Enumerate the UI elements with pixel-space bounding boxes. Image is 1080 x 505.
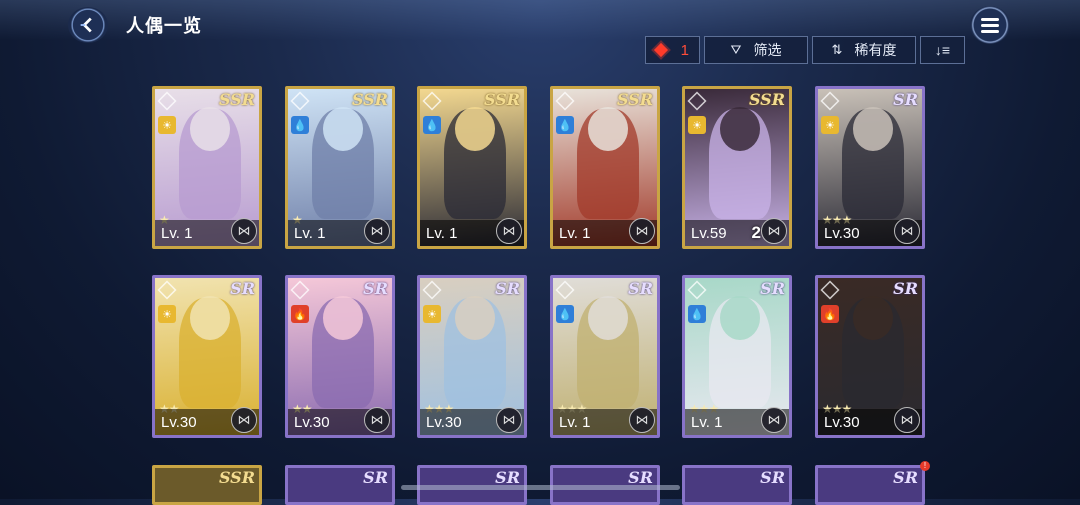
notification-dot: !	[920, 461, 930, 471]
rarity-badge: SR	[760, 279, 785, 298]
rarity-badge: SSR	[748, 90, 785, 109]
sun-icon: ☀	[688, 116, 706, 134]
level-label: Lv.30	[294, 414, 330, 431]
character-head	[190, 107, 230, 151]
rarity-badge: SR	[893, 468, 918, 487]
level-label: Lv.30	[161, 414, 197, 431]
level-label: Lv. 1	[691, 414, 723, 431]
diamond-icon	[653, 42, 669, 58]
filter-icon: ⛛	[730, 42, 742, 57]
level-label: Lv. 1	[559, 225, 591, 242]
rarity-badge: SR	[893, 90, 918, 109]
back-button[interactable]	[68, 7, 108, 43]
doll-card-partial[interactable]: SR	[682, 465, 792, 505]
water-drop-icon: 💧	[423, 116, 441, 134]
water-drop-icon: 💧	[688, 305, 706, 323]
character-head	[455, 107, 495, 151]
rarity-badge: SR	[760, 468, 785, 487]
rarity-badge: SR	[363, 279, 388, 298]
rarity-badge: SSR	[218, 90, 255, 109]
doll-card-partial[interactable]: SR	[815, 465, 925, 505]
doll-card[interactable]: ☀SR★★Lv.30⋈	[152, 275, 262, 438]
water-drop-icon: 💧	[556, 305, 574, 323]
rarity-badge: SR	[893, 279, 918, 298]
doll-card[interactable]: 🔥SR★★Lv.30⋈	[285, 275, 395, 438]
rarity-badge: SR	[363, 468, 388, 487]
character-head	[323, 107, 363, 151]
character-head	[720, 107, 760, 151]
doll-card[interactable]: 💧 SSR Lv. 1 ⋈	[417, 86, 527, 249]
duplicate-count: 2	[751, 223, 761, 242]
sun-icon: ☀	[821, 116, 839, 134]
rarity-sort-button[interactable]: ⇅ 稀有度	[812, 36, 916, 64]
butterfly-icon: ⋈	[629, 407, 655, 433]
back-arrow-icon	[80, 17, 92, 33]
doll-card[interactable]: 💧SR★★★Lv. 1⋈	[550, 275, 660, 438]
rarity-badge: SSR	[218, 468, 255, 487]
butterfly-icon: ⋈	[231, 218, 257, 244]
doll-card-partial[interactable]: SR	[285, 465, 395, 505]
sun-icon: ☀	[158, 116, 176, 134]
rarity-badge: SSR	[616, 90, 653, 109]
doll-card[interactable]: ☀SSR★Lv. 1⋈	[152, 86, 262, 249]
character-head	[853, 107, 893, 151]
butterfly-icon: ⋈	[761, 407, 787, 433]
butterfly-icon: ⋈	[364, 407, 390, 433]
level-label: Lv.30	[426, 414, 462, 431]
character-head	[588, 296, 628, 340]
sort-descending-icon: ↓≡	[934, 42, 951, 58]
sun-icon: ☀	[158, 305, 176, 323]
rarity-label: 稀有度	[854, 42, 897, 58]
character-head	[588, 107, 628, 151]
level-label: Lv. 1	[559, 414, 591, 431]
doll-card[interactable]: ☀SR★★★Lv.30⋈	[417, 275, 527, 438]
rarity-badge: SR	[495, 279, 520, 298]
water-drop-icon: 💧	[556, 116, 574, 134]
doll-card[interactable]: 💧 SSR Lv. 1 ⋈	[550, 86, 660, 249]
butterfly-icon: ⋈	[364, 218, 390, 244]
level-label: Lv.30	[824, 414, 860, 431]
level-label: Lv.30	[824, 225, 860, 242]
level-label: Lv. 1	[426, 225, 458, 242]
sun-icon: ☀	[423, 305, 441, 323]
menu-button[interactable]	[970, 6, 1010, 44]
character-head	[720, 296, 760, 340]
butterfly-icon: ⋈	[629, 218, 655, 244]
selected-count: 1	[680, 41, 689, 59]
butterfly-icon: ⋈	[496, 407, 522, 433]
butterfly-icon: ⋈	[496, 218, 522, 244]
water-drop-icon: 💧	[291, 116, 309, 134]
level-label: Lv. 1	[161, 225, 193, 242]
character-head	[190, 296, 230, 340]
sort-arrows-icon: ⇅	[831, 42, 843, 57]
doll-card[interactable]: ☀SR★★★Lv.30⋈	[815, 86, 925, 249]
rarity-badge: SR	[230, 279, 255, 298]
doll-card[interactable]: 💧SR★★★Lv. 1⋈	[682, 275, 792, 438]
butterfly-icon: ⋈	[894, 218, 920, 244]
flame-icon: 🔥	[291, 305, 309, 323]
doll-card[interactable]: 💧SSR★Lv. 1⋈	[285, 86, 395, 249]
doll-card[interactable]: 🔥SR★★★Lv.30⋈	[815, 275, 925, 438]
filter-label: 筛选	[753, 42, 782, 58]
filter-button[interactable]: ⛛ 筛选	[704, 36, 808, 64]
page-title: 人偶一览	[126, 16, 202, 36]
butterfly-icon: ⋈	[894, 407, 920, 433]
selected-count-box: 1	[645, 36, 700, 64]
butterfly-icon: ⋈	[231, 407, 257, 433]
rarity-badge: SR	[628, 279, 653, 298]
butterfly-icon: ⋈	[761, 218, 787, 244]
doll-card-partial[interactable]: SSR	[152, 465, 262, 505]
character-head	[323, 296, 363, 340]
flame-icon: 🔥	[821, 305, 839, 323]
rarity-badge: SSR	[483, 90, 520, 109]
doll-card[interactable]: ☀ SSR Lv.59 2 ⋈	[682, 86, 792, 249]
sort-order-button[interactable]: ↓≡	[920, 36, 965, 64]
rarity-badge: SSR	[351, 90, 388, 109]
character-head	[853, 296, 893, 340]
hamburger-icon	[981, 15, 999, 36]
character-head	[455, 296, 495, 340]
level-label: Lv. 1	[294, 225, 326, 242]
level-label: Lv.59	[691, 225, 727, 242]
horizontal-scrollbar[interactable]	[401, 485, 680, 490]
